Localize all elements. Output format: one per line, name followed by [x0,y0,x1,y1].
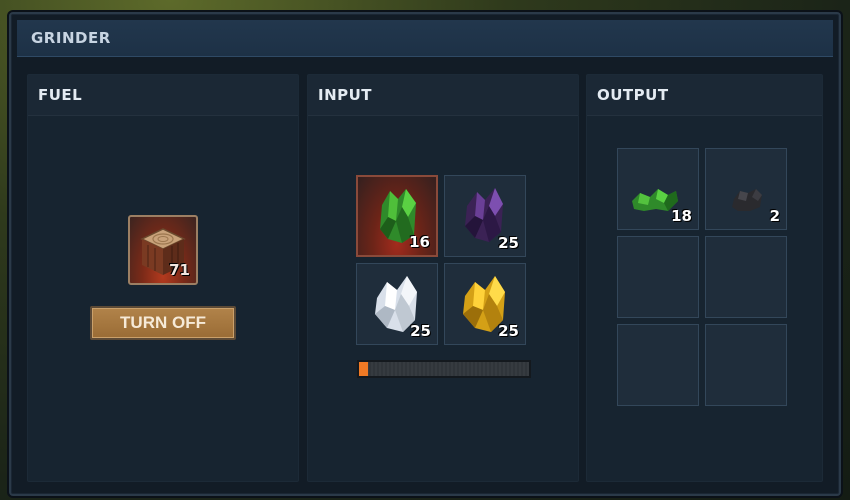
grind-progress-bar [357,360,531,378]
output-panel-header: OUTPUT [587,75,822,116]
fuel-panel-title: FUEL [38,86,83,104]
output-slot-4[interactable] [705,236,787,318]
window-titlebar: GRINDER [17,20,833,57]
window-title: GRINDER [31,29,111,47]
input-slot-4-count: 25 [498,322,519,340]
input-panel-header: INPUT [308,75,578,116]
fuel-count: 71 [169,261,190,279]
output-panel-title: OUTPUT [597,86,669,104]
input-slot-2[interactable]: 25 [444,175,526,257]
fuel-panel-header: FUEL [28,75,298,116]
input-panel-title: INPUT [318,86,373,104]
output-slot-1[interactable]: 18 [617,148,699,230]
progress-track [359,362,529,376]
input-slot-4[interactable]: 25 [444,263,526,345]
output-slot-1-count: 18 [671,207,692,225]
fuel-slot[interactable]: 71 [128,215,198,285]
input-slot-1[interactable]: 16 [356,175,438,257]
output-slot-2[interactable]: 2 [705,148,787,230]
output-slot-2-count: 2 [769,207,780,225]
grinder-window: GRINDER FUEL INPUT OUTPUT 71 TURN OFF 16… [9,12,841,496]
turn-off-button[interactable]: TURN OFF [90,306,236,340]
input-slot-3-count: 25 [410,322,431,340]
progress-fill [359,362,368,376]
input-slot-2-count: 25 [498,234,519,252]
output-slot-6[interactable] [705,324,787,406]
input-panel: INPUT [307,74,579,482]
output-slot-5[interactable] [617,324,699,406]
input-slot-1-count: 16 [409,233,430,251]
output-slot-3[interactable] [617,236,699,318]
input-slot-3[interactable]: 25 [356,263,438,345]
